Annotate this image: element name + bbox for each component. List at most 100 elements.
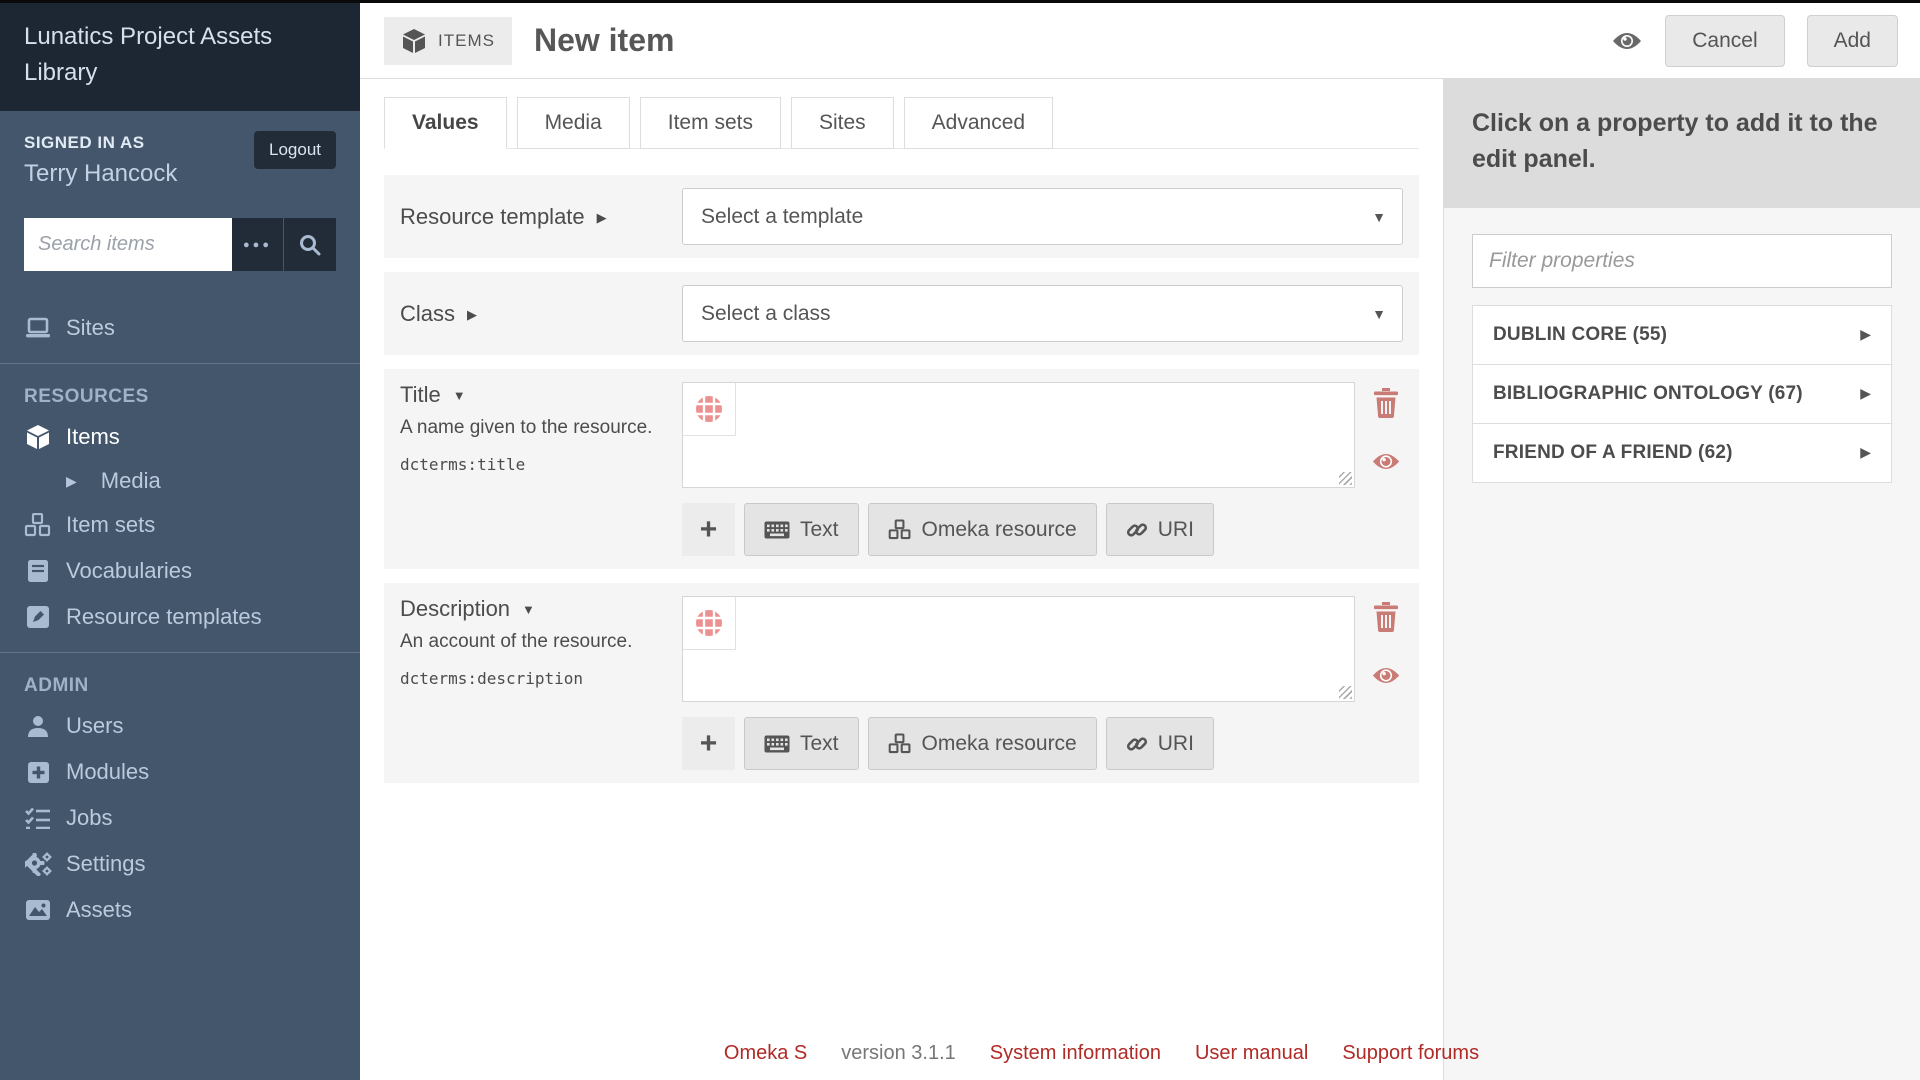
ellipsis-icon: ●●● (243, 239, 272, 251)
add-value-button[interactable]: + (682, 717, 735, 770)
resource-template-select[interactable]: Select a template ▼ (682, 188, 1403, 245)
remove-value-trash-icon[interactable] (1373, 388, 1399, 418)
sidebar-item-item-sets[interactable]: Item sets (0, 502, 360, 548)
cancel-button[interactable]: Cancel (1665, 15, 1784, 67)
filter-properties-input[interactable] (1472, 234, 1892, 288)
add-button[interactable]: Add (1807, 15, 1898, 67)
field-input-col: + Text (682, 382, 1403, 556)
search-icon (298, 233, 322, 257)
logout-button[interactable]: Logout (254, 131, 336, 169)
caret-right-icon: ▶ (1860, 326, 1871, 343)
sidebar-item-label: Modules (66, 759, 149, 785)
vocab-label: FRIEND OF A FRIEND (62) (1493, 442, 1733, 464)
site-title[interactable]: Lunatics Project Assets Library (24, 19, 336, 91)
tab-values[interactable]: Values (384, 97, 507, 149)
support-forums-link[interactable]: Support forums (1342, 1042, 1479, 1065)
add-text-value-button[interactable]: Text (744, 717, 859, 770)
visibility-eye-icon[interactable] (1611, 30, 1643, 52)
add-omeka-resource-button[interactable]: Omeka resource (868, 717, 1097, 770)
vocab-dublin-core[interactable]: DUBLIN CORE (55) ▶ (1472, 305, 1892, 365)
values-form: Resource template▶ Select a template ▼ (360, 149, 1443, 797)
tab-sites[interactable]: Sites (791, 97, 894, 149)
system-information-link[interactable]: System information (990, 1042, 1161, 1065)
tab-media[interactable]: Media (517, 97, 630, 149)
description-label[interactable]: Description▼ (400, 596, 666, 622)
sidebar-item-label: Item sets (66, 512, 155, 538)
resize-handle[interactable] (1339, 686, 1352, 699)
add-uri-button[interactable]: URI (1106, 503, 1214, 556)
value-icons (1369, 596, 1403, 702)
textarea-wrap (682, 382, 1355, 488)
user-manual-link[interactable]: User manual (1195, 1042, 1308, 1065)
sidebar-item-vocabularies[interactable]: Vocabularies (0, 548, 360, 594)
caret-right-icon: ▶ (597, 210, 607, 225)
class-select[interactable]: Select a class ▼ (682, 285, 1403, 342)
resize-handle[interactable] (1339, 472, 1352, 485)
sidebar-item-modules[interactable]: Modules (0, 749, 360, 795)
button-label: URI (1158, 732, 1194, 756)
divider (0, 363, 360, 364)
sidebar-item-label: Items (66, 424, 120, 450)
sidebar-item-sites[interactable]: Sites (0, 305, 360, 351)
tasks-icon (24, 807, 52, 829)
remove-value-trash-icon[interactable] (1373, 602, 1399, 632)
plus-square-icon (24, 761, 52, 784)
cubes-icon (888, 519, 912, 540)
search-submit-button[interactable] (284, 218, 336, 271)
panel-body: DUBLIN CORE (55) ▶ BIBLIOGRAPHIC ONTOLOG… (1444, 208, 1920, 509)
user-block: SIGNED IN AS Terry Hancock Logout (0, 111, 360, 188)
value-visibility-eye-icon[interactable] (1371, 451, 1401, 472)
user-icon (24, 714, 52, 738)
panel-instruction: Click on a property to add it to the edi… (1444, 79, 1920, 208)
search-input[interactable] (24, 218, 232, 271)
title-value-textarea[interactable] (682, 382, 1355, 488)
value-visibility-eye-icon[interactable] (1371, 665, 1401, 686)
add-value-button[interactable]: + (682, 503, 735, 556)
sidebar-item-users[interactable]: Users (0, 703, 360, 749)
button-label: URI (1158, 518, 1194, 542)
language-globe-icon[interactable] (683, 383, 736, 436)
vocab-friend-of-a-friend[interactable]: FRIEND OF A FRIEND (62) ▶ (1472, 423, 1892, 483)
add-text-value-button[interactable]: Text (744, 503, 859, 556)
value-buttons: + Text (682, 503, 1403, 556)
add-uri-button[interactable]: URI (1106, 717, 1214, 770)
laptop-icon (24, 317, 52, 339)
title-term: dcterms:title (400, 455, 666, 474)
tab-item-sets[interactable]: Item sets (640, 97, 781, 149)
content: Values Media Item sets Sites Advanced Re… (360, 79, 1443, 1080)
description-value-textarea[interactable] (682, 596, 1355, 702)
language-globe-icon[interactable] (683, 597, 736, 650)
sidebar-item-resource-templates[interactable]: Resource templates (0, 594, 360, 640)
class-label: Class▶ (400, 301, 477, 326)
sidebar-item-items[interactable]: Items (0, 414, 360, 460)
sidebar-item-jobs[interactable]: Jobs (0, 795, 360, 841)
breadcrumb[interactable]: ITEMS (384, 17, 512, 65)
advanced-search-button[interactable]: ●●● (232, 218, 284, 271)
field-label-col: Resource template▶ (400, 204, 682, 230)
sidebar-item-media[interactable]: ▶ Media (0, 460, 360, 502)
description-comment: An account of the resource. (400, 631, 666, 653)
title-label[interactable]: Title▼ (400, 382, 666, 408)
image-icon (24, 899, 52, 921)
value-row (682, 596, 1403, 702)
sidebar-item-label: Resource templates (66, 604, 262, 630)
divider (0, 652, 360, 653)
link-icon (1126, 733, 1148, 755)
caret-down-icon: ▼ (522, 602, 535, 617)
caret-right-icon: ▶ (1860, 444, 1871, 461)
field-input-col: Select a template ▼ (682, 188, 1403, 245)
button-label: Text (800, 732, 839, 756)
value-buttons: + Text (682, 717, 1403, 770)
vocab-bibliographic-ontology[interactable]: BIBLIOGRAPHIC ONTOLOGY (67) ▶ (1472, 364, 1892, 424)
page-title: New item (534, 22, 674, 59)
tab-advanced[interactable]: Advanced (904, 97, 1053, 149)
description-term: dcterms:description (400, 669, 666, 688)
add-omeka-resource-button[interactable]: Omeka resource (868, 503, 1097, 556)
sidebar-item-settings[interactable]: Settings (0, 841, 360, 887)
omeka-s-link[interactable]: Omeka S (724, 1042, 807, 1065)
sidebar-nav: Sites RESOURCES Items ▶ Media Item sets (0, 305, 360, 933)
sidebar-item-assets[interactable]: Assets (0, 887, 360, 933)
description-property-row: Description▼ An account of the resource.… (384, 583, 1419, 783)
sidebar-item-label: Users (66, 713, 123, 739)
class-row: Class▶ Select a class ▼ (384, 272, 1419, 355)
